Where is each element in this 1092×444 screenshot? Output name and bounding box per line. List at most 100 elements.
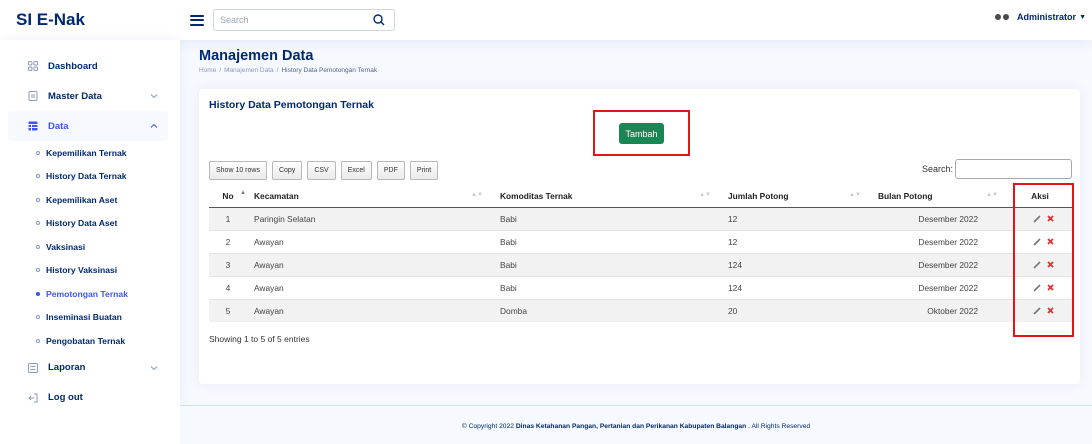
excel-button[interactable]: Excel: [340, 161, 372, 180]
bullet-icon: [36, 221, 40, 226]
user-name: Administrator: [1017, 12, 1077, 22]
breadcrumb-manajemen-data[interactable]: Manajemen Data: [224, 67, 274, 74]
footer-copyright: © Copyright 2022: [461, 423, 514, 430]
add-button[interactable]: Tambah: [619, 123, 664, 144]
column-header-jumlah[interactable]: Jumlah Potong ▲▼: [721, 186, 871, 208]
sidebar-subitem-history-data-aset[interactable]: History Data Aset: [0, 212, 180, 236]
edit-icon[interactable]: [1033, 307, 1041, 315]
chevron-down-icon: [150, 94, 158, 99]
search-input[interactable]: [214, 10, 364, 30]
column-header-label: Aksi: [1031, 191, 1049, 202]
search-bar: [213, 9, 395, 31]
breadcrumb-separator: /: [219, 67, 222, 74]
breadcrumb-home[interactable]: Home: [199, 67, 216, 74]
cell-no: 1: [209, 206, 247, 230]
sidebar-subitem-label: History Data Ternak: [46, 171, 127, 182]
sidebar-item-dashboard[interactable]: Dashboard: [8, 51, 168, 81]
delete-icon[interactable]: [1047, 261, 1054, 268]
edit-icon[interactable]: [1033, 237, 1041, 246]
copy-button[interactable]: Copy: [271, 161, 303, 180]
menu-toggle-icon[interactable]: [190, 14, 204, 26]
cell-jumlah: 20: [721, 298, 871, 322]
cell-komoditas: Babi: [493, 252, 721, 276]
sidebar-subitem-inseminasi-buatan[interactable]: Inseminasi Buatan: [0, 306, 180, 330]
cell-bulan: Desember 2022: [871, 206, 1008, 230]
cell-aksi: [1008, 275, 1072, 299]
table-search-input[interactable]: [955, 159, 1072, 179]
data-table: No ▲ Kecamatan ▲▼ Komoditas Ternak ▲▼ Jumla…: [209, 186, 1072, 322]
column-header-kecamatan[interactable]: Kecamatan ▲▼: [247, 186, 493, 208]
breadcrumb-current: History Data Pemotongan Ternak: [281, 67, 378, 74]
cell-no: 5: [209, 298, 247, 322]
footer-org: Dinas Ketahanan Pangan, Pertanian dan Pe…: [515, 423, 747, 430]
delete-icon[interactable]: [1047, 284, 1054, 291]
sidebar-item-logout[interactable]: Log out: [8, 383, 168, 413]
bullet-icon: [36, 315, 40, 320]
cell-aksi: [1008, 298, 1072, 322]
sidebar-subitem-label: Pemotongan Ternak: [46, 288, 128, 299]
cell-kecamatan: Awayan: [247, 229, 493, 253]
show-rows-button[interactable]: Show 10 rows: [209, 161, 267, 180]
sidebar-item-label: Data: [48, 120, 69, 132]
edit-icon[interactable]: [1033, 260, 1041, 269]
top-header: SI E-Nak Administrator ▼: [0, 0, 1092, 40]
cell-kecamatan: Awayan: [247, 252, 493, 276]
pdf-button[interactable]: PDF: [376, 161, 405, 180]
sidebar-subitem-kepemilikan-aset[interactable]: Kepemilikan Aset: [0, 188, 180, 212]
sidebar-item-laporan[interactable]: Laporan: [8, 353, 168, 383]
column-header-label: Komoditas Ternak: [500, 191, 573, 202]
grid-icon: [28, 61, 38, 71]
sidebar-subitem-pemotongan-ternak[interactable]: Pemotongan Ternak: [0, 282, 180, 306]
sidebar-subitem-label: Kepemilikan Aset: [46, 194, 118, 205]
sidebar-subitem-kepemilikan-ternak[interactable]: Kepemilikan Ternak: [0, 141, 180, 165]
delete-icon[interactable]: [1047, 307, 1054, 314]
cell-no: 4: [209, 275, 247, 299]
cell-bulan: Desember 2022: [871, 275, 1008, 299]
sidebar-subitem-label: History Vaksinasi: [46, 265, 118, 276]
cell-jumlah: 12: [721, 229, 871, 253]
sidebar: Dashboard Master Data Data Kepemilikan T…: [0, 40, 180, 444]
sidebar-subitem-label: Kepemilikan Ternak: [46, 147, 127, 158]
cell-jumlah: 12: [721, 206, 871, 230]
column-header-aksi[interactable]: Aksi: [1008, 186, 1072, 208]
document-icon: [28, 91, 38, 101]
data-card: History Data Pemotongan Ternak Tambah Sh…: [199, 89, 1080, 384]
table-info: Showing 1 to 5 of 5 entries: [209, 334, 310, 344]
sort-icon: ▲▼: [849, 192, 861, 198]
sidebar-subitem-history-vaksinasi[interactable]: History Vaksinasi: [0, 259, 180, 283]
bullet-icon: [36, 291, 40, 296]
cell-aksi: [1008, 206, 1072, 230]
avatar-icon: [995, 12, 1011, 22]
sidebar-subitem-vaksinasi[interactable]: Vaksinasi: [0, 235, 180, 259]
delete-icon[interactable]: [1047, 238, 1054, 245]
sidebar-item-master-data[interactable]: Master Data: [8, 81, 168, 111]
table-row: 1 Paringin Selatan Babi 12 Desember 2022: [209, 206, 1072, 230]
edit-icon[interactable]: [1033, 214, 1041, 223]
edit-icon[interactable]: [1033, 283, 1041, 292]
sidebar-subitem-pengobatan-ternak[interactable]: Pengobatan Ternak: [0, 329, 180, 353]
search-icon[interactable]: [372, 13, 386, 27]
bullet-icon: [36, 244, 40, 249]
app-logo[interactable]: SI E-Nak: [0, 10, 180, 30]
column-header-no[interactable]: No ▲: [209, 186, 247, 208]
bullet-icon: [36, 197, 40, 202]
csv-button[interactable]: CSV: [307, 161, 336, 180]
print-button[interactable]: Print: [409, 161, 439, 180]
column-header-bulan[interactable]: Bulan Potong ▲▼: [871, 186, 1008, 208]
sidebar-subitem-history-data-ternak[interactable]: History Data Ternak: [0, 165, 180, 189]
table-row: 2 Awayan Babi 12 Desember 2022: [209, 229, 1072, 253]
cell-bulan: Desember 2022: [871, 252, 1008, 276]
table-search: Search:: [922, 159, 1072, 179]
sidebar-item-label: Laporan: [48, 362, 86, 373]
cell-no: 2: [209, 229, 247, 253]
page-title-block: Manajemen Data Home / Manajemen Data / H…: [199, 48, 377, 74]
user-menu[interactable]: Administrator ▼: [995, 12, 1086, 22]
breadcrumb: Home / Manajemen Data / History Data Pem…: [199, 67, 377, 74]
column-header-label: No: [222, 191, 234, 202]
column-header-komoditas[interactable]: Komoditas Ternak ▲▼: [493, 186, 721, 208]
page-title: Manajemen Data: [199, 48, 314, 64]
table-icon: [28, 121, 38, 131]
delete-icon[interactable]: [1047, 215, 1054, 222]
sidebar-item-data[interactable]: Data: [8, 111, 168, 141]
table-row: 3 Awayan Babi 124 Desember 2022: [209, 252, 1072, 276]
